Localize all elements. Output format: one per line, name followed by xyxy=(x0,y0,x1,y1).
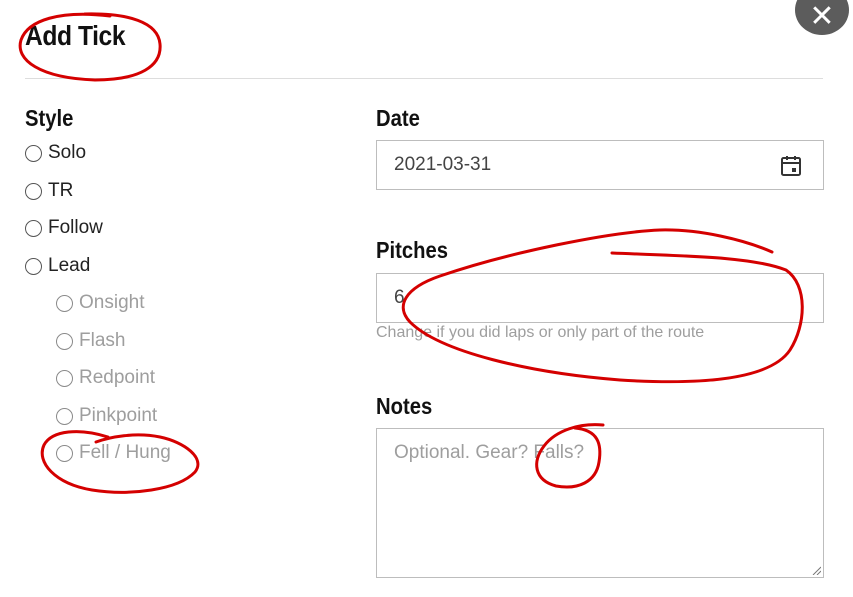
pitches-input[interactable]: 6 xyxy=(376,273,824,323)
radio-button[interactable] xyxy=(56,332,73,350)
resize-grip-icon[interactable] xyxy=(811,565,821,575)
radio-label: Pinkpoint xyxy=(79,405,158,426)
radio-label: Redpoint xyxy=(79,367,156,388)
radio-button[interactable] xyxy=(56,444,73,462)
style-label: Style xyxy=(25,105,74,131)
radio-button[interactable] xyxy=(56,407,73,425)
pitches-value: 6 xyxy=(394,287,405,308)
radio-label: Follow xyxy=(48,217,103,238)
lead-option-onsight[interactable]: Onsight xyxy=(56,291,144,315)
style-option-lead[interactable]: Lead xyxy=(25,254,90,278)
radio-button[interactable] xyxy=(56,369,73,387)
close-button[interactable]: ✕ xyxy=(795,0,849,35)
notes-placeholder: Optional. Gear? Falls? xyxy=(394,442,585,463)
calendar-icon[interactable] xyxy=(779,154,803,178)
lead-option-pinkpoint[interactable]: Pinkpoint xyxy=(56,404,157,428)
radio-label: Lead xyxy=(48,255,91,276)
pitches-label: Pitches xyxy=(376,237,449,263)
date-input[interactable]: 2021-03-31 xyxy=(376,140,824,190)
pitches-hint: Change if you did laps or only part of t… xyxy=(376,324,705,341)
radio-button[interactable] xyxy=(56,294,73,312)
lead-option-flash[interactable]: Flash xyxy=(56,329,125,353)
lead-option-redpoint[interactable]: Redpoint xyxy=(56,366,155,390)
date-value: 2021-03-31 xyxy=(394,154,492,175)
lead-option-fell-hung[interactable]: Fell / Hung xyxy=(56,441,171,465)
radio-label: Solo xyxy=(48,142,87,163)
radio-label: Fell / Hung xyxy=(79,442,171,463)
title-divider xyxy=(25,78,823,79)
close-icon: ✕ xyxy=(809,0,835,34)
radio-label: TR xyxy=(48,180,74,201)
dialog-title: Add Tick xyxy=(25,20,126,51)
radio-button[interactable] xyxy=(25,257,42,275)
date-label: Date xyxy=(376,105,420,131)
add-tick-dialog: ✕ Add Tick Style Solo TR Follow Lead Ons… xyxy=(0,0,853,597)
notes-textarea[interactable]: Optional. Gear? Falls? xyxy=(376,428,824,578)
style-option-solo[interactable]: Solo xyxy=(25,141,86,165)
style-option-follow[interactable]: Follow xyxy=(25,216,103,240)
radio-button[interactable] xyxy=(25,144,42,162)
notes-label: Notes xyxy=(376,393,433,419)
radio-button[interactable] xyxy=(25,182,42,200)
radio-label: Flash xyxy=(79,330,126,351)
radio-label: Onsight xyxy=(79,292,145,313)
style-option-tr[interactable]: TR xyxy=(25,179,73,203)
radio-button[interactable] xyxy=(25,219,42,237)
